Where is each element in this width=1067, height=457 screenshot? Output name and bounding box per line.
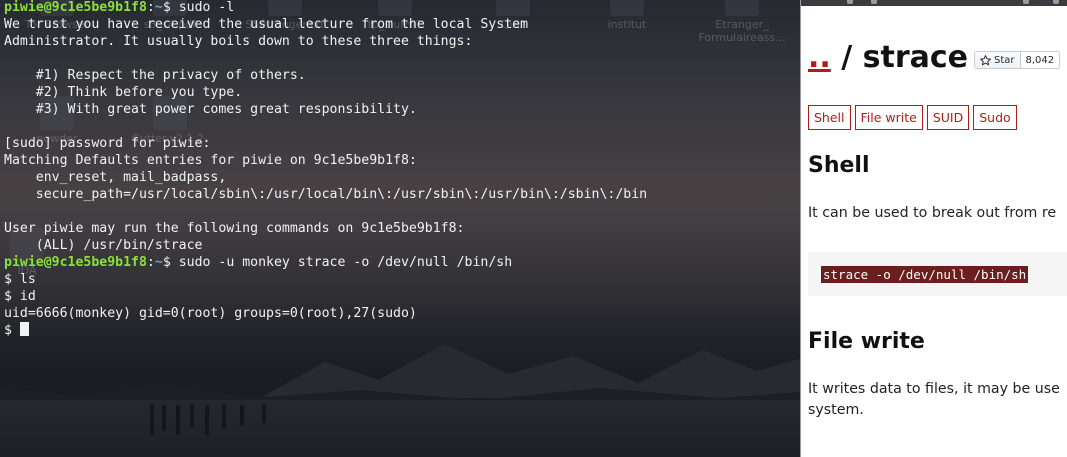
tag-sudo[interactable]: Sudo bbox=[973, 105, 1017, 130]
terminal-output[interactable]: piwie@9c1e5be9b1f8:~$ sudo -l We trust yo… bbox=[4, 0, 647, 339]
tag-suid[interactable]: SUID bbox=[926, 105, 970, 130]
prompt-command: $ sudo -l bbox=[162, 0, 235, 15]
github-star-label: Star bbox=[994, 54, 1015, 66]
terminal-line: #3) With great power comes great respons… bbox=[4, 101, 647, 118]
code-snippet[interactable]: strace -o /dev/null /bin/sh bbox=[821, 266, 1029, 283]
terminal-line-text: $ ls bbox=[4, 272, 36, 287]
prompt-separator: : bbox=[146, 255, 155, 270]
tag-file-write[interactable]: File write bbox=[854, 105, 923, 130]
terminal-line-text: We trust you have received the usual lec… bbox=[4, 17, 529, 32]
terminal-line: We trust you have received the usual lec… bbox=[4, 16, 647, 33]
terminal-line: #1) Respect the privacy of others. bbox=[4, 67, 647, 84]
terminal-line-text: (ALL) /usr/bin/strace bbox=[4, 238, 203, 253]
terminal-line: User piwie may run the following command… bbox=[4, 220, 647, 237]
section-heading-shell: Shell bbox=[808, 153, 870, 178]
terminal-cursor[interactable] bbox=[19, 322, 29, 336]
tab-indicator bbox=[871, 0, 877, 4]
terminal-line: $ id bbox=[4, 288, 647, 305]
github-star-count[interactable]: 8,042 bbox=[1020, 51, 1061, 69]
tab-indicator bbox=[847, 0, 853, 4]
section-text-file-write-line2: system. bbox=[808, 402, 864, 418]
browser-tab-strip[interactable] bbox=[801, 0, 1067, 6]
breadcrumb-parent-link[interactable]: .. bbox=[808, 40, 831, 75]
terminal-line: Administrator. It usually boils down to … bbox=[4, 33, 647, 50]
prompt-path: ~ bbox=[154, 0, 163, 15]
breadcrumb-separator: / bbox=[830, 40, 863, 75]
terminal-line-text: User piwie may run the following command… bbox=[4, 221, 465, 236]
code-block: strace -o /dev/null /bin/sh bbox=[808, 252, 1067, 296]
terminal-line: Matching Defaults entries for piwie on 9… bbox=[4, 152, 647, 169]
section-text-file-write-line1: It writes data to files, it may be use bbox=[808, 381, 1060, 397]
terminal-line-text: [sudo] password for piwie: bbox=[4, 136, 211, 151]
prompt-user-host: piwie@9c1e5be9b1f8 bbox=[4, 255, 147, 270]
github-icon bbox=[980, 54, 991, 66]
terminal-line-text: Matching Defaults entries for piwie on 9… bbox=[4, 153, 417, 168]
terminal-line: #2) Think before you type. bbox=[4, 84, 647, 101]
terminal-line-text: #1) Respect the privacy of others. bbox=[4, 68, 306, 83]
terminal-line: [sudo] password for piwie: bbox=[4, 135, 647, 152]
terminal-line: $ bbox=[4, 322, 647, 339]
terminal-window[interactable]: piwie@9c1e5be9b1f8:~$ sudo -l We trust yo… bbox=[0, 0, 800, 457]
prompt-path: ~ bbox=[154, 255, 163, 270]
desktop-background: Tor Browser s3_s4.pdf S5étranger.txt tp_… bbox=[0, 0, 800, 457]
terminal-line-text: #2) Think before you type. bbox=[4, 85, 243, 100]
terminal-prompt-line: piwie@9c1e5be9b1f8:~$ sudo -u monkey str… bbox=[4, 254, 647, 271]
github-star-button[interactable]: Star 8,042 bbox=[974, 51, 1061, 69]
github-star-main[interactable]: Star bbox=[974, 51, 1021, 69]
function-tags: Shell File write SUID Sudo bbox=[808, 105, 1017, 130]
terminal-line-text: uid=6666(monkey) gid=0(root) groups=0(ro… bbox=[4, 306, 417, 321]
terminal-line: $ ls bbox=[4, 271, 647, 288]
terminal-line: secure_path=/usr/local/sbin\:/usr/local/… bbox=[4, 186, 647, 203]
terminal-line-text: env_reset, mail_badpass, bbox=[4, 170, 227, 185]
terminal-line-text: $ bbox=[4, 323, 20, 338]
section-text-shell: It can be used to break out from re bbox=[808, 205, 1057, 221]
terminal-line: (ALL) /usr/bin/strace bbox=[4, 237, 647, 254]
page-title: .. / strace bbox=[808, 40, 968, 80]
terminal-line: env_reset, mail_badpass, bbox=[4, 169, 647, 186]
tab-indicator bbox=[1023, 0, 1029, 4]
page-title-text: strace bbox=[862, 40, 969, 75]
terminal-line-text: Administrator. It usually boils down to … bbox=[4, 34, 473, 49]
section-heading-file-write: File write bbox=[808, 329, 925, 354]
browser-window: .. / strace Star 8,042 Shell File write … bbox=[800, 0, 1067, 457]
prompt-separator: : bbox=[146, 0, 155, 15]
terminal-line: uid=6666(monkey) gid=0(root) groups=0(ro… bbox=[4, 305, 647, 322]
tag-shell[interactable]: Shell bbox=[808, 105, 851, 130]
prompt-user-host: piwie@9c1e5be9b1f8 bbox=[4, 0, 147, 15]
terminal-line-text: #3) With great power comes great respons… bbox=[4, 102, 417, 117]
terminal-line-text: secure_path=/usr/local/sbin\:/usr/local/… bbox=[4, 187, 648, 202]
prompt-command: $ sudo -u monkey strace -o /dev/null /bi… bbox=[162, 255, 513, 270]
terminal-prompt-line: piwie@9c1e5be9b1f8:~$ sudo -l bbox=[4, 0, 647, 16]
tab-indicator bbox=[1053, 0, 1059, 4]
terminal-line-text: $ id bbox=[4, 289, 36, 304]
